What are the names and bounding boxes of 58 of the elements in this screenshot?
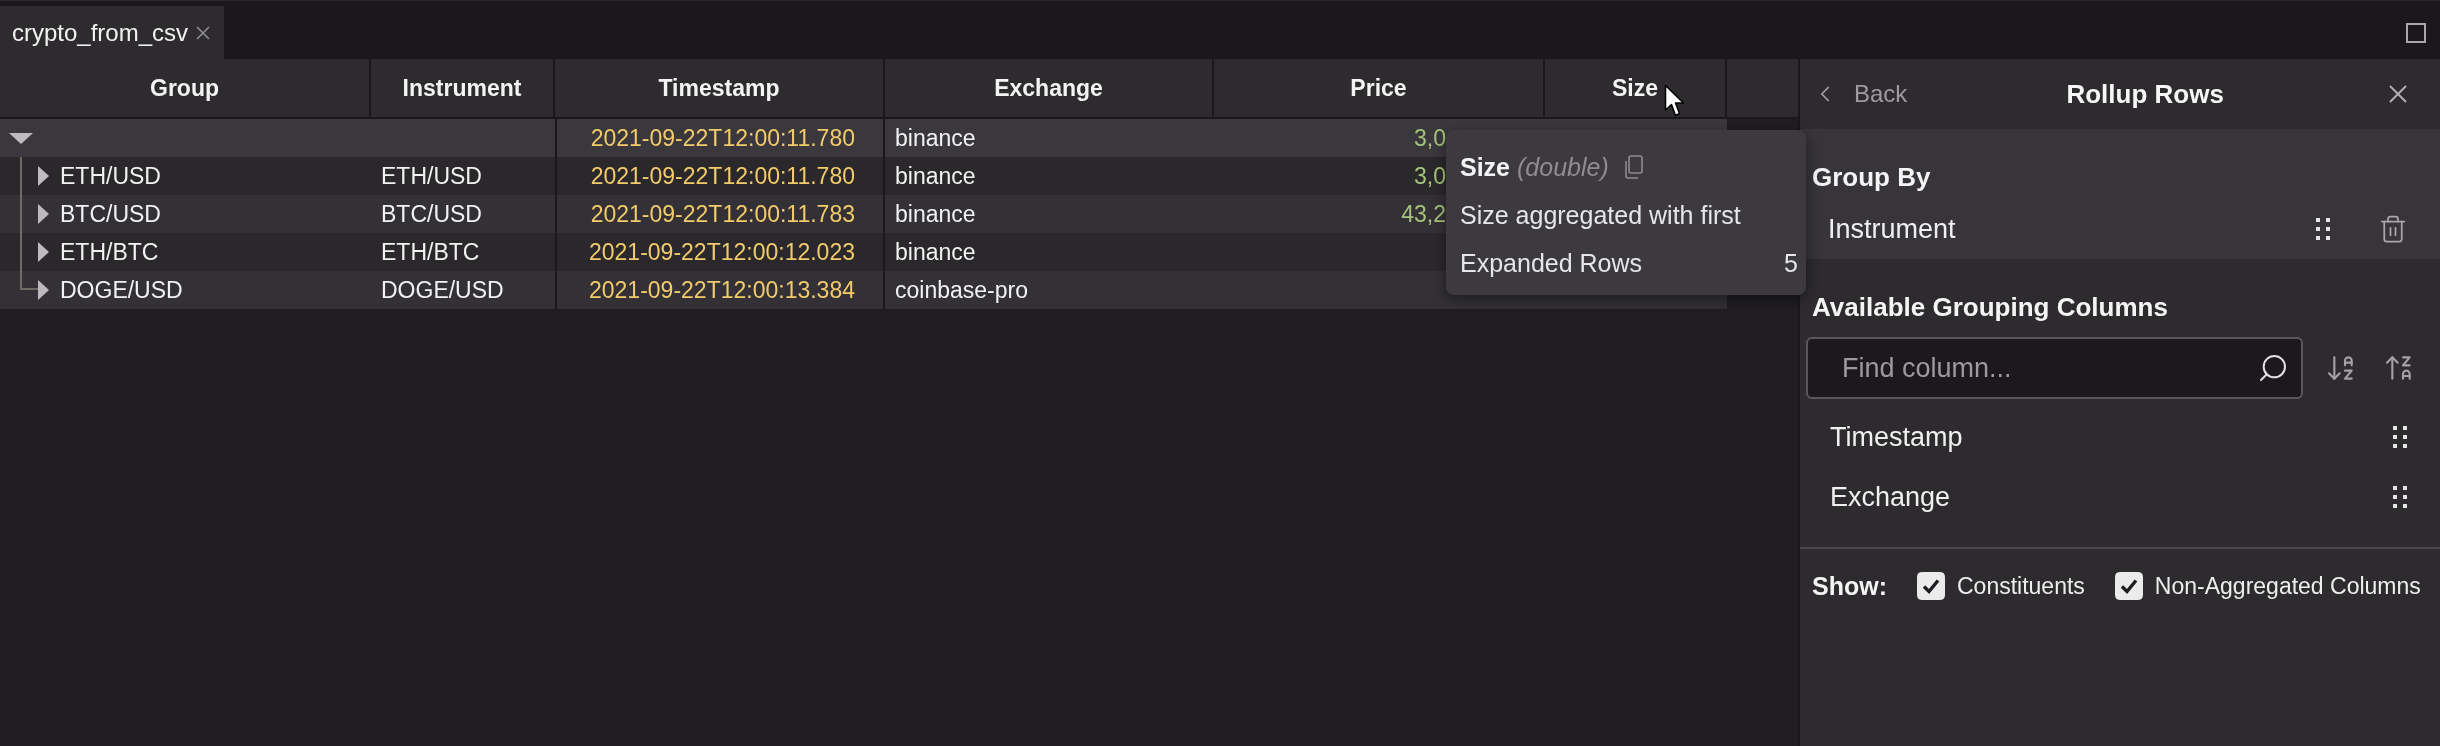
drag-handle-icon[interactable] <box>2393 426 2407 448</box>
show-label: Show: <box>1812 571 1887 601</box>
column-name[interactable]: Timestamp <box>1830 421 2345 453</box>
tooltip-title: Size <box>1460 152 1511 182</box>
table-cell: binance <box>895 238 976 266</box>
checkbox[interactable] <box>1917 572 1945 600</box>
search-field[interactable]: Find column... <box>1806 337 2303 399</box>
maximize-icon[interactable] <box>2406 22 2426 43</box>
column-header[interactable]: Price <box>1214 59 1545 117</box>
trash-icon[interactable] <box>2378 214 2408 244</box>
section-heading: Available Grouping Columns <box>1811 291 2169 323</box>
stat-label: Expanded Rows <box>1460 248 1643 278</box>
checkbox-label[interactable]: Non-Aggregated Columns <box>2154 572 2421 600</box>
table-cell: binance <box>895 162 976 190</box>
table-cell: binance <box>895 124 976 152</box>
table-cell: binance <box>895 200 976 228</box>
mouse-cursor-icon <box>1664 84 1686 118</box>
table-cell: ETH/USD <box>60 162 161 190</box>
table-cell: coinbase-pro <box>895 276 1028 304</box>
search-icon[interactable] <box>2257 352 2289 384</box>
checkbox-label[interactable]: Constituents <box>1957 572 2085 600</box>
table-cell: 2021-09-22T12:00:11.780 <box>590 162 855 190</box>
table-cell: 43,2 <box>1401 200 1446 228</box>
caret-right-icon[interactable] <box>38 280 49 300</box>
column-name[interactable]: Exchange <box>1830 481 2345 513</box>
table-cell: 2021-09-22T12:00:11.783 <box>590 200 855 228</box>
copy-icon[interactable] <box>1622 155 1643 179</box>
table-cell: DOGE/USD <box>381 276 504 304</box>
drag-handle-icon[interactable] <box>2316 218 2330 240</box>
table-cell: BTC/USD <box>60 200 161 228</box>
caret-right-icon[interactable] <box>38 166 49 186</box>
column-header[interactable]: Group <box>0 59 371 117</box>
caret-right-icon[interactable] <box>38 204 49 224</box>
tooltip-description: Size aggregated with first <box>1460 200 1741 230</box>
caret-right-icon[interactable] <box>38 242 49 262</box>
column-type: (double) <box>1517 152 1609 182</box>
column-header[interactable]: Exchange <box>885 59 1214 117</box>
table-cell: ETH/USD <box>381 162 482 190</box>
table-cell: 2021-09-22T12:00:12.023 <box>589 238 855 266</box>
table-cell: 2021-09-22T12:00:13.384 <box>589 276 855 304</box>
back-button[interactable]: Back <box>1812 80 1908 108</box>
column-header[interactable]: Instrument <box>371 59 555 117</box>
caret-down-icon[interactable] <box>9 132 33 144</box>
table-cell: 3,0 <box>1414 162 1446 190</box>
table-cell: DOGE/USD <box>60 276 183 304</box>
table-cell: BTC/USD <box>381 200 482 228</box>
column-name[interactable]: Instrument <box>1828 213 2268 245</box>
section-heading: Group By <box>1812 161 1932 193</box>
drag-handle-icon[interactable] <box>2393 486 2407 508</box>
stat-value: 5 <box>1784 248 1798 278</box>
table-cell: ETH/BTC <box>381 238 480 266</box>
tab[interactable]: crypto_from_csv <box>0 6 225 59</box>
checkbox[interactable] <box>2114 572 2143 600</box>
table-cell: ETH/BTC <box>60 238 159 266</box>
table-cell: 3,0 <box>1414 124 1446 152</box>
table-cell: 2021-09-22T12:00:11.780 <box>590 124 855 152</box>
panel-title: Rollup Rows <box>2065 78 2225 110</box>
column-header[interactable]: Timestamp <box>555 59 885 117</box>
